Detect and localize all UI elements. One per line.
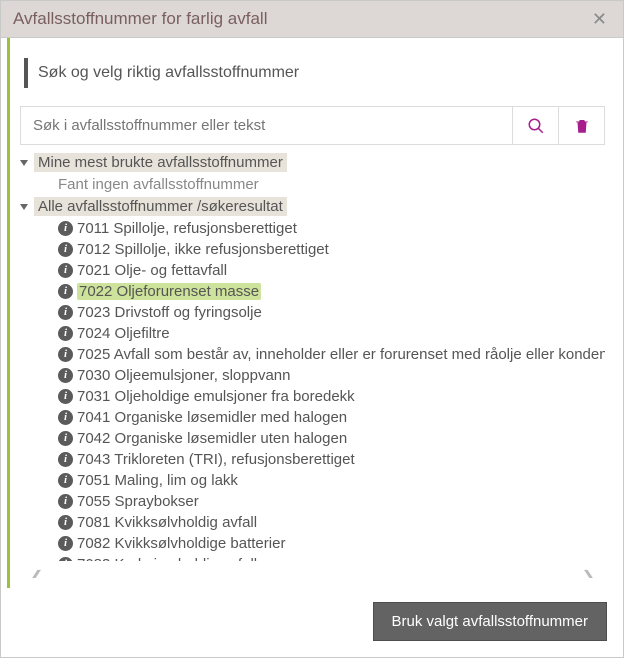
tree-container: Mine mest brukte avfallsstoffnummer Fant…: [20, 151, 605, 578]
scroll-left-icon[interactable]: ❮: [30, 567, 43, 578]
clear-button[interactable]: [558, 107, 604, 144]
dialog-body: Søk og velg riktig avfallsstoffnummer: [7, 38, 623, 588]
items-list: i 7011 Spillolje, refusjonsberettiget i 701…: [20, 218, 601, 561]
list-item-label: 7023 Drivstoff og fyringsolje: [77, 304, 262, 321]
group-all-label: Alle avfallsstoffnummer /søkeresultat: [34, 197, 287, 216]
list-item-label: 7043 Trikloreten (TRI), refusjonsberetti…: [77, 451, 355, 468]
search-input[interactable]: [21, 107, 512, 144]
dialog-footer: Bruk valgt avfallsstoffnummer: [7, 588, 623, 657]
list-item[interactable]: i 7012 Spillolje, ikke refusjonsberettige…: [20, 239, 601, 260]
instruction-text: Søk og velg riktig avfallsstoffnummer: [38, 64, 299, 81]
info-icon[interactable]: i: [58, 284, 73, 299]
list-item-label: 7083 Kadmiumholdig avfall: [77, 556, 257, 561]
dialog-container: Avfallsstoffnummer for farlig avfall ✕ S…: [0, 0, 624, 658]
dialog-title: Avfallsstoffnummer for farlig avfall: [13, 9, 267, 29]
list-item-label: 7082 Kvikksølvholdige batterier: [77, 535, 285, 552]
list-item-label: 7051 Maling, lim og lakk: [77, 472, 238, 489]
list-item[interactable]: i 7041 Organiske løsemidler med halogen: [20, 407, 601, 428]
list-item-label: 7030 Oljeemulsjoner, sloppvann: [77, 367, 290, 384]
list-item[interactable]: i 7055 Spraybokser: [20, 491, 601, 512]
info-icon[interactable]: i: [58, 347, 73, 362]
info-icon[interactable]: i: [58, 431, 73, 446]
info-icon[interactable]: i: [58, 263, 73, 278]
list-item-label: 7055 Spraybokser: [77, 493, 199, 510]
info-icon[interactable]: i: [58, 389, 73, 404]
horizontal-scrollbar[interactable]: ❮ ❯: [20, 561, 605, 578]
info-icon[interactable]: i: [58, 536, 73, 551]
list-item[interactable]: i 7042 Organiske løsemidler uten halogen: [20, 428, 601, 449]
list-item-label: 7041 Organiske løsemidler med halogen: [77, 409, 347, 426]
info-icon[interactable]: i: [58, 221, 73, 236]
info-icon[interactable]: i: [58, 368, 73, 383]
list-item[interactable]: i 7083 Kadmiumholdig avfall: [20, 554, 601, 561]
scroll-right-icon[interactable]: ❯: [582, 567, 595, 578]
info-icon[interactable]: i: [58, 557, 73, 561]
apply-button[interactable]: Bruk valgt avfallsstoffnummer: [373, 602, 607, 641]
search-icon: [527, 117, 545, 135]
list-item-label: 7031 Oljeholdige emulsjoner fra boredekk: [77, 388, 355, 405]
search-button[interactable]: [512, 107, 558, 144]
instruction-bar: Søk og velg riktig avfallsstoffnummer: [24, 58, 605, 88]
info-icon[interactable]: i: [58, 326, 73, 341]
collapse-icon: [20, 160, 28, 166]
group-mine-label: Mine mest brukte avfallsstoffnummer: [34, 153, 287, 172]
list-item-label: 7025 Avfall som består av, inneholder el…: [77, 346, 605, 363]
tree-scroll[interactable]: Mine mest brukte avfallsstoffnummer Fant…: [20, 151, 605, 561]
list-item-label: 7042 Organiske løsemidler uten halogen: [77, 430, 347, 447]
list-item[interactable]: i 7021 Olje- og fettavfall: [20, 260, 601, 281]
trash-icon: [573, 117, 591, 135]
group-mine[interactable]: Mine mest brukte avfallsstoffnummer: [20, 151, 601, 174]
list-item[interactable]: i 7022 Oljeforurenset masse: [20, 281, 601, 302]
list-item[interactable]: i 7023 Drivstoff og fyringsolje: [20, 302, 601, 323]
info-icon[interactable]: i: [58, 305, 73, 320]
empty-mine-message: Fant ingen avfallsstoffnummer: [20, 174, 601, 195]
list-item[interactable]: i 7082 Kvikksølvholdige batterier: [20, 533, 601, 554]
list-item-label: 7081 Kvikksølvholdig avfall: [77, 514, 257, 531]
info-icon[interactable]: i: [58, 242, 73, 257]
info-icon[interactable]: i: [58, 515, 73, 530]
list-item[interactable]: i 7051 Maling, lim og lakk: [20, 470, 601, 491]
info-icon[interactable]: i: [58, 494, 73, 509]
info-icon[interactable]: i: [58, 410, 73, 425]
info-icon[interactable]: i: [58, 452, 73, 467]
list-item[interactable]: i 7030 Oljeemulsjoner, sloppvann: [20, 365, 601, 386]
list-item[interactable]: i 7024 Oljefiltre: [20, 323, 601, 344]
list-item[interactable]: i 7043 Trikloreten (TRI), refusjonsberett…: [20, 449, 601, 470]
list-item-label: 7024 Oljefiltre: [77, 325, 170, 342]
list-item[interactable]: i 7081 Kvikksølvholdig avfall: [20, 512, 601, 533]
close-icon[interactable]: ✕: [588, 10, 611, 28]
list-item-label: 7011 Spillolje, refusjonsberettiget: [77, 220, 297, 237]
titlebar: Avfallsstoffnummer for farlig avfall ✕: [1, 1, 623, 38]
info-icon[interactable]: i: [58, 473, 73, 488]
search-row: [20, 106, 605, 145]
list-item-label: 7012 Spillolje, ikke refusjonsberettiget: [77, 241, 329, 258]
list-item[interactable]: i7025 Avfall som består av, inneholder e…: [20, 344, 601, 365]
collapse-icon: [20, 204, 28, 210]
group-all[interactable]: Alle avfallsstoffnummer /søkeresultat: [20, 195, 601, 218]
list-item[interactable]: i 7031 Oljeholdige emulsjoner fra boredek…: [20, 386, 601, 407]
list-item-label: 7021 Olje- og fettavfall: [77, 262, 227, 279]
list-item[interactable]: i 7011 Spillolje, refusjonsberettiget: [20, 218, 601, 239]
list-item-label: 7022 Oljeforurenset masse: [77, 283, 261, 300]
